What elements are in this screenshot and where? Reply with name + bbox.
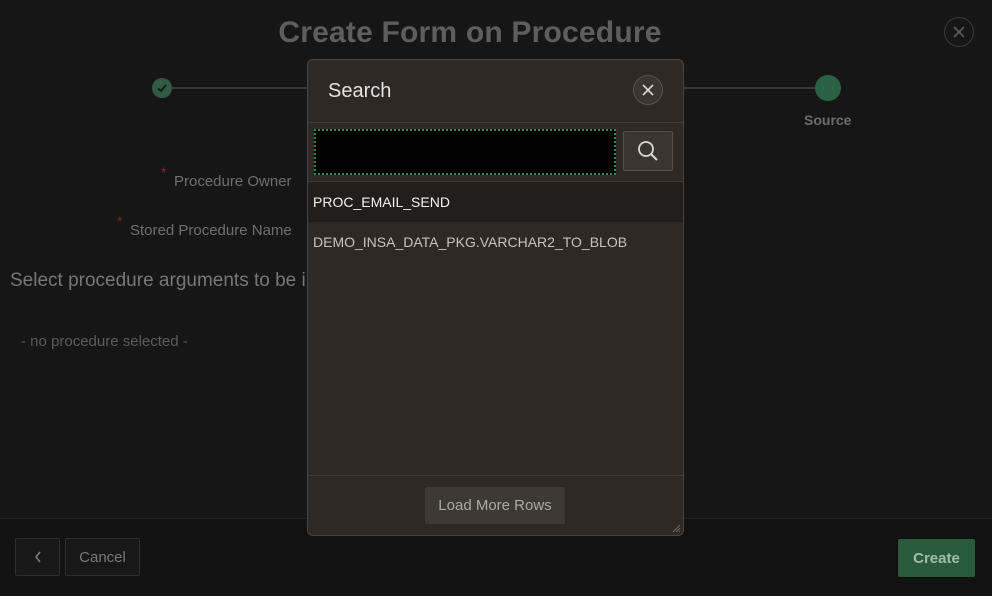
stored-procedure-name-label: Stored Procedure Name — [130, 222, 292, 239]
chevron-left-icon — [34, 551, 41, 563]
wizard-step-complete — [152, 78, 172, 98]
checkmark-icon — [157, 84, 167, 93]
wizard-progress-line — [172, 87, 308, 89]
close-wizard-button[interactable] — [944, 17, 974, 47]
wizard-progress-line-right — [684, 87, 816, 89]
procedure-owner-label: Procedure Owner — [174, 173, 292, 190]
search-button[interactable] — [623, 131, 673, 171]
close-icon — [642, 84, 654, 96]
search-icon — [638, 141, 658, 161]
search-dialog: Search PROC_EMAIL_SEND DEMO_INSA_DATA_PK… — [307, 59, 684, 536]
wizard-step-label-source: Source — [804, 112, 852, 128]
procedure-arguments-heading: Select procedure arguments to be incl — [10, 270, 331, 291]
dialog-header: Search — [308, 60, 683, 123]
search-results-list: PROC_EMAIL_SEND DEMO_INSA_DATA_PKG.VARCH… — [308, 181, 683, 476]
resize-grip-icon[interactable] — [671, 523, 681, 533]
page-title: Create Form on Procedure — [278, 16, 662, 49]
cancel-button[interactable]: Cancel — [65, 538, 140, 576]
wizard-step-current — [815, 75, 841, 101]
search-result-item[interactable]: PROC_EMAIL_SEND — [308, 182, 683, 222]
required-marker: * — [161, 164, 167, 180]
required-marker: * — [117, 213, 123, 229]
load-more-rows-button[interactable]: Load More Rows — [425, 487, 565, 524]
search-result-item[interactable]: DEMO_INSA_DATA_PKG.VARCHAR2_TO_BLOB — [308, 222, 683, 262]
close-icon — [953, 26, 965, 38]
create-button[interactable]: Create — [898, 539, 975, 577]
back-button[interactable] — [15, 538, 60, 576]
dialog-title: Search — [328, 80, 392, 102]
no-procedure-message: - no procedure selected - — [21, 333, 188, 350]
dialog-close-button[interactable] — [633, 75, 663, 105]
search-input[interactable] — [314, 129, 616, 175]
